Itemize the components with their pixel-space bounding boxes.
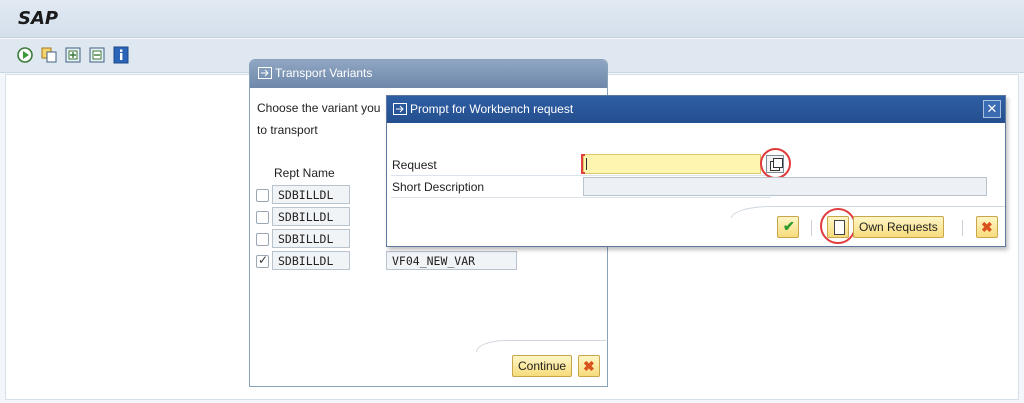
close-icon[interactable]: ✕ xyxy=(983,100,1001,118)
workbench-dialog-title: Prompt for Workbench request xyxy=(410,102,574,116)
workbench-dialog-header[interactable]: Prompt for Workbench request ✕ xyxy=(387,96,1005,123)
own-requests-button[interactable]: Own Requests xyxy=(853,216,944,238)
text-cursor xyxy=(586,158,587,170)
variant-checkbox[interactable] xyxy=(256,211,269,224)
report-name-field: SDBILLDL xyxy=(272,251,350,270)
workbench-request-dialog: Prompt for Workbench request ✕ Request S… xyxy=(386,95,1006,247)
transport-dialog-header[interactable]: Transport Variants xyxy=(250,60,607,88)
highlight-ring-create xyxy=(820,208,856,244)
transport-prompt-line2: to transport xyxy=(257,123,318,137)
report-name-field: SDBILLDL xyxy=(272,185,350,204)
variant-name-field: VF04_NEW_VAR xyxy=(386,251,517,270)
collapse-icon[interactable] xyxy=(88,46,106,64)
report-name-field: SDBILLDL xyxy=(272,207,350,226)
cancel-button[interactable]: ✖ xyxy=(578,355,600,377)
highlight-ring-value-help xyxy=(760,148,791,179)
request-underline xyxy=(391,175,771,176)
footer-divider xyxy=(476,340,606,352)
column-header-report-name: Rept Name xyxy=(274,166,335,180)
report-name-field: SDBILLDL xyxy=(272,229,350,248)
checkmark-icon: ✔ xyxy=(783,218,795,234)
short-description-input[interactable] xyxy=(583,177,987,196)
separator xyxy=(811,220,812,236)
dialog-icon xyxy=(258,67,272,79)
confirm-button[interactable]: ✔ xyxy=(777,216,799,238)
variant-checkbox[interactable] xyxy=(256,189,269,202)
copy-icon[interactable] xyxy=(40,46,58,64)
cancel-button[interactable]: ✖ xyxy=(976,216,998,238)
transport-prompt-line1: Choose the variant you xyxy=(257,101,381,115)
variant-checkbox[interactable] xyxy=(256,253,269,268)
expand-icon[interactable] xyxy=(64,46,82,64)
cancel-icon: ✖ xyxy=(583,358,595,374)
cancel-icon: ✖ xyxy=(981,219,993,235)
required-marker xyxy=(581,154,585,174)
app-logo: SAP xyxy=(18,8,59,29)
variant-checkbox[interactable] xyxy=(256,233,269,246)
continue-button[interactable]: Continue xyxy=(512,355,573,377)
transport-dialog-title: Transport Variants xyxy=(275,66,373,80)
separator xyxy=(962,220,963,236)
dialog-icon xyxy=(393,103,407,115)
short-description-underline xyxy=(391,197,771,198)
info-icon[interactable] xyxy=(112,46,130,64)
title-bar: SAP xyxy=(0,0,1024,38)
request-label: Request xyxy=(392,158,437,172)
short-description-label: Short Description xyxy=(392,180,485,194)
execute-icon[interactable] xyxy=(16,46,34,64)
request-input[interactable] xyxy=(581,154,761,174)
